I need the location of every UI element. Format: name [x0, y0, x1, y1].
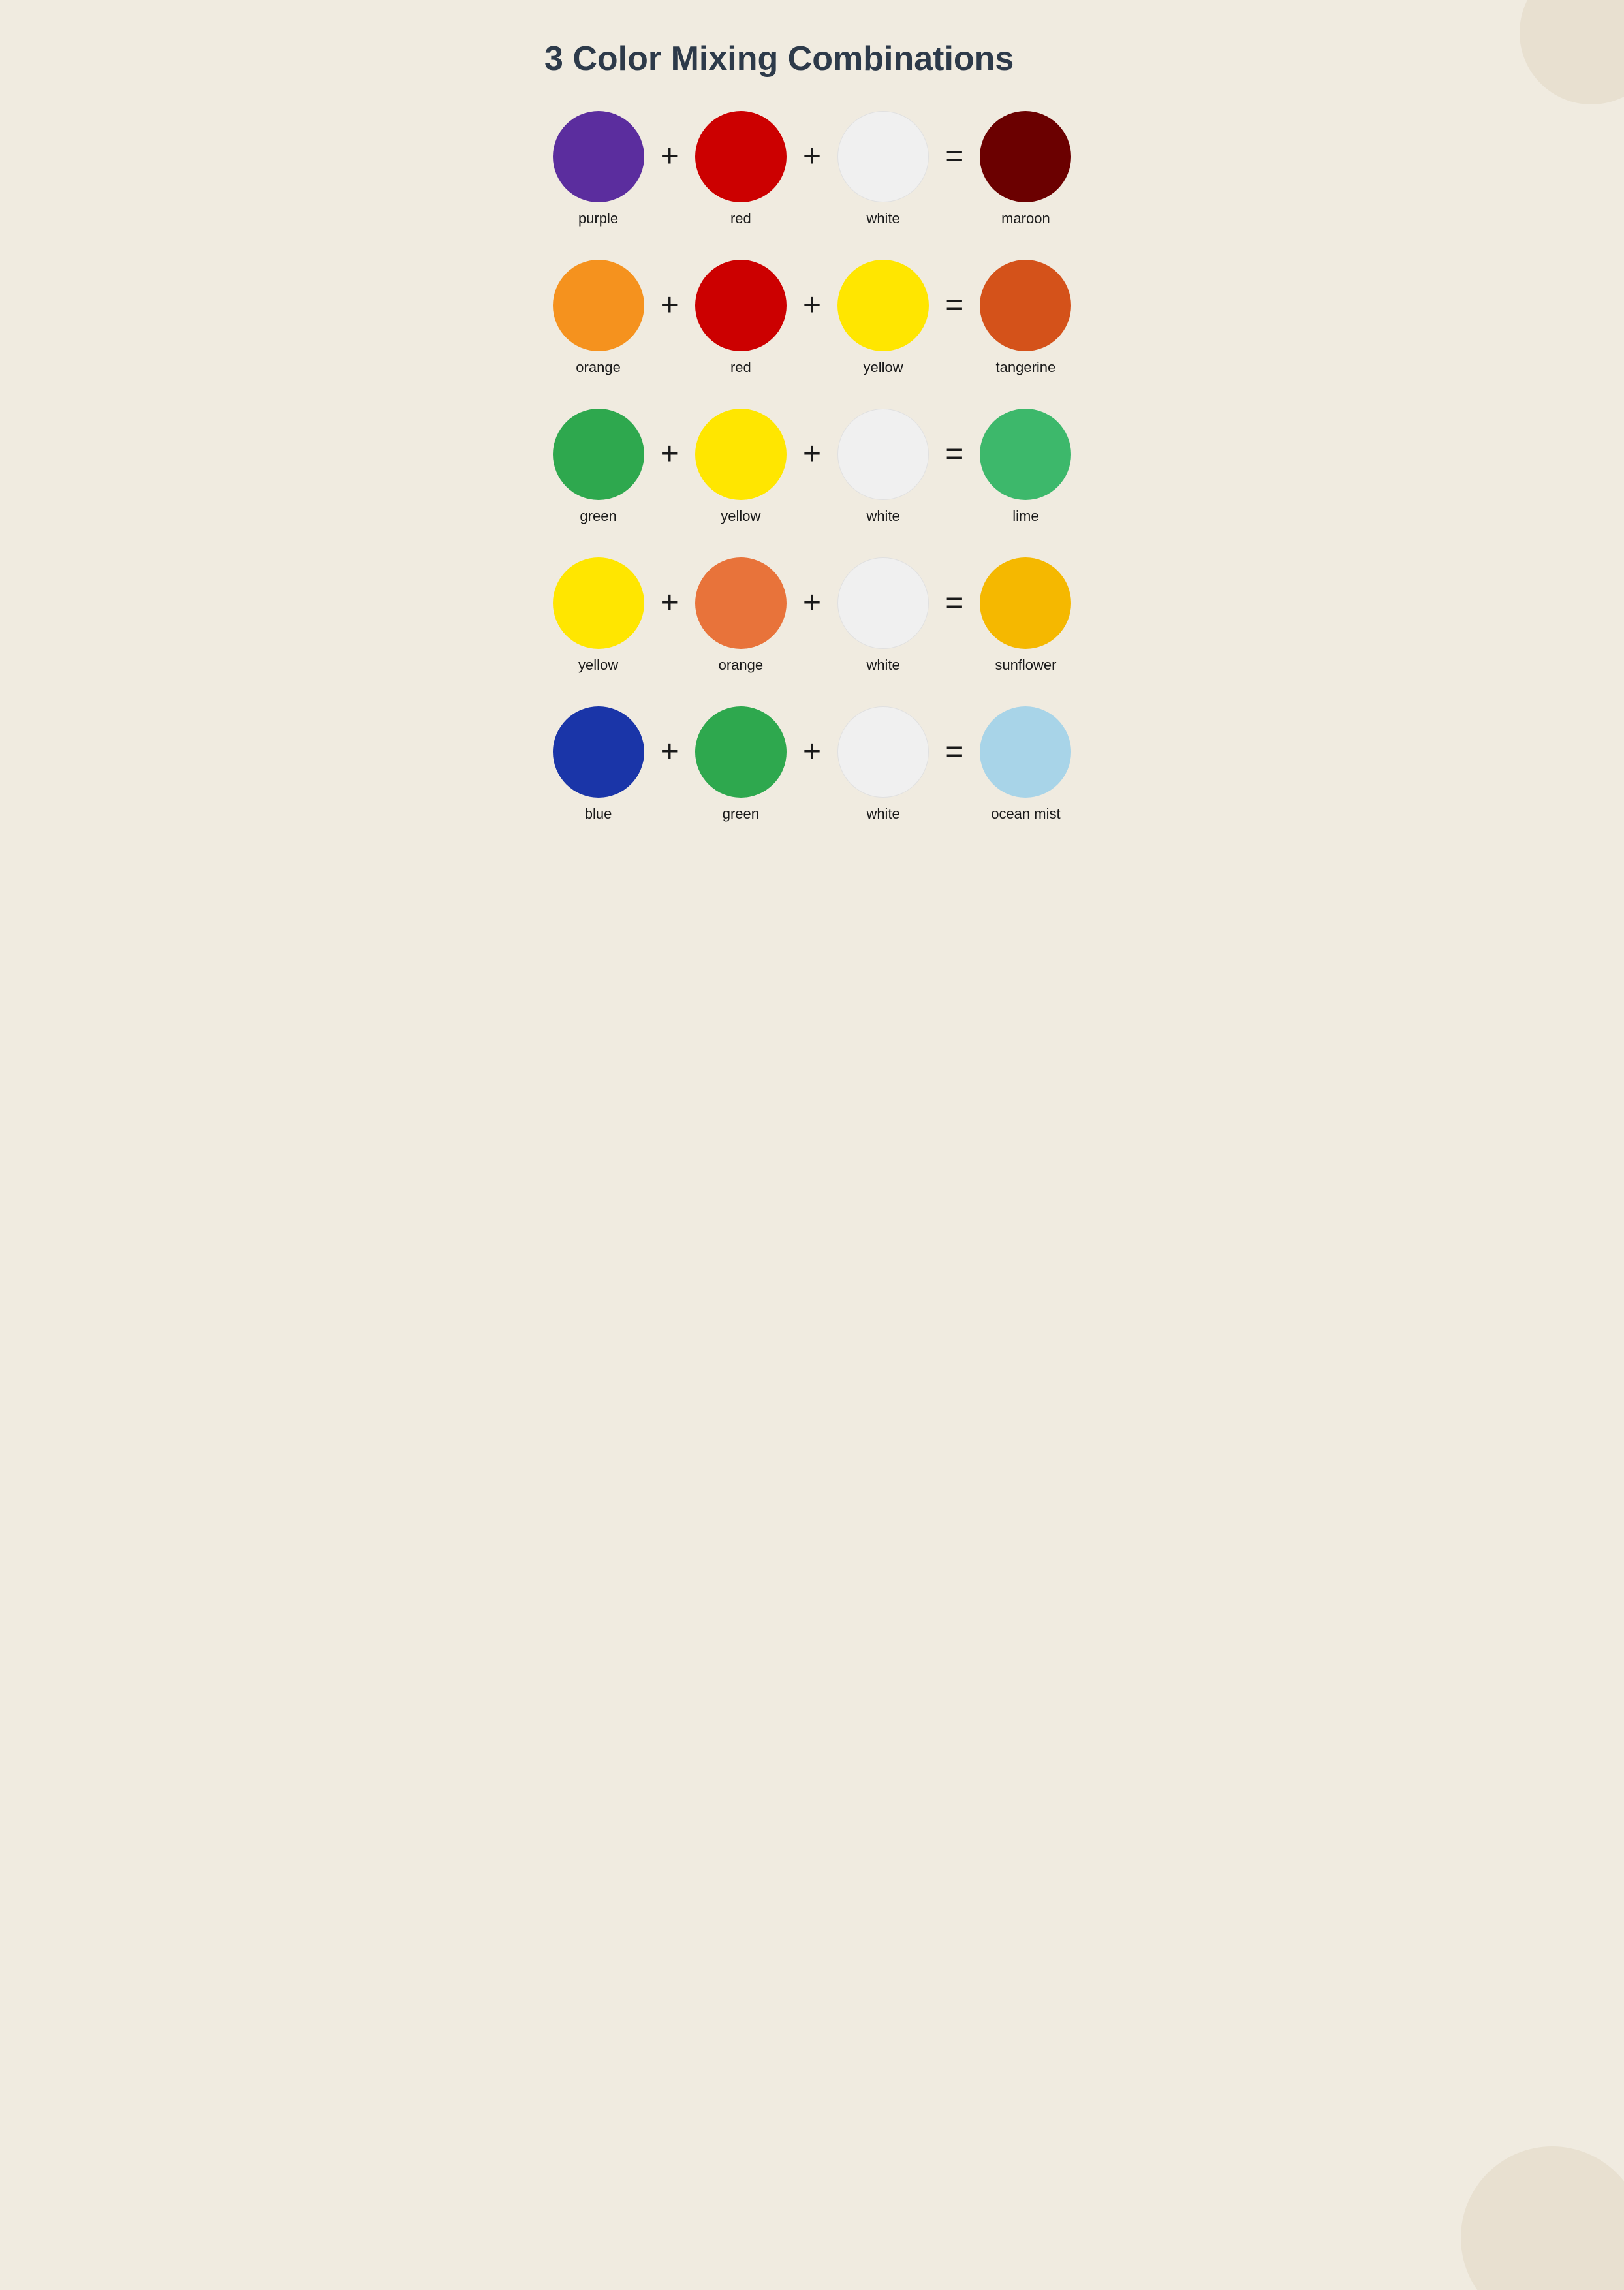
color-item-3-2: yellow	[695, 409, 787, 525]
combination-row-3: green + yellow + white = lime	[544, 409, 1080, 525]
color-circle-blue	[553, 706, 644, 798]
result-label-maroon: maroon	[1001, 210, 1050, 227]
color-label-red: red	[730, 210, 751, 227]
combination-row-1: purple + red + white = maroon	[544, 111, 1080, 227]
color-circle-white	[837, 409, 929, 500]
result-item-1: maroon	[980, 111, 1071, 227]
equals-operator-3: =	[945, 436, 963, 472]
color-item-1-3: white	[837, 111, 929, 227]
color-label-orange: orange	[719, 657, 764, 674]
color-circle-purple	[553, 111, 644, 202]
result-item-4: sunflower	[980, 557, 1071, 674]
plus-operator-4-1: +	[661, 585, 679, 621]
color-item-2-2: red	[695, 260, 787, 376]
plus-operator-5-1: +	[661, 734, 679, 770]
result-circle-lime	[980, 409, 1071, 500]
color-item-4-3: white	[837, 557, 929, 674]
color-label-yellow: yellow	[578, 657, 618, 674]
color-circle-yellow	[553, 557, 644, 649]
color-label-white: white	[866, 806, 899, 823]
result-circle-tangerine	[980, 260, 1071, 351]
decorative-blob-top	[1520, 0, 1624, 104]
color-circle-red	[695, 111, 787, 202]
color-circle-green	[553, 409, 644, 500]
color-label-orange: orange	[576, 359, 621, 376]
color-label-yellow: yellow	[721, 508, 760, 525]
color-item-1-1: purple	[553, 111, 644, 227]
color-label-white: white	[866, 657, 899, 674]
plus-operator-3-2: +	[803, 436, 821, 472]
decorative-blob-bottom	[1461, 2146, 1624, 2290]
color-item-2-1: orange	[553, 260, 644, 376]
plus-operator-3-1: +	[661, 436, 679, 472]
color-circle-white	[837, 557, 929, 649]
combination-row-5: blue + green + white = ocean mist	[544, 706, 1080, 823]
plus-operator-1-2: +	[803, 138, 821, 174]
result-item-5: ocean mist	[980, 706, 1071, 823]
combination-row-4: yellow + orange + white = sunflower	[544, 557, 1080, 674]
color-label-yellow: yellow	[864, 359, 903, 376]
color-item-3-1: green	[553, 409, 644, 525]
plus-operator-5-2: +	[803, 734, 821, 770]
plus-operator-2-1: +	[661, 287, 679, 323]
color-item-5-3: white	[837, 706, 929, 823]
result-label-sunflower: sunflower	[995, 657, 1056, 674]
plus-operator-2-2: +	[803, 287, 821, 323]
color-item-3-3: white	[837, 409, 929, 525]
color-label-green: green	[723, 806, 759, 823]
color-circle-green	[695, 706, 787, 798]
result-circle-maroon	[980, 111, 1071, 202]
combinations-container: purple+red+white=maroonorange+red+yellow…	[544, 111, 1080, 823]
result-item-3: lime	[980, 409, 1071, 525]
result-label-ocean mist: ocean mist	[991, 806, 1060, 823]
result-item-2: tangerine	[980, 260, 1071, 376]
result-circle-sunflower	[980, 557, 1071, 649]
color-label-green: green	[580, 508, 616, 525]
color-item-4-2: orange	[695, 557, 787, 674]
color-circle-red	[695, 260, 787, 351]
color-circle-white	[837, 706, 929, 798]
result-label-tangerine: tangerine	[996, 359, 1056, 376]
equals-operator-4: =	[945, 585, 963, 621]
equals-operator-2: =	[945, 287, 963, 323]
color-label-purple: purple	[578, 210, 618, 227]
color-circle-yellow	[695, 409, 787, 500]
page-title: 3 Color Mixing Combinations	[544, 39, 1080, 78]
color-circle-white	[837, 111, 929, 202]
combination-row-2: orange + red + yellow = tangerine	[544, 260, 1080, 376]
color-item-1-2: red	[695, 111, 787, 227]
plus-operator-1-1: +	[661, 138, 679, 174]
color-label-white: white	[866, 210, 899, 227]
color-label-blue: blue	[585, 806, 612, 823]
equals-operator-1: =	[945, 138, 963, 174]
result-label-lime: lime	[1012, 508, 1038, 525]
color-label-white: white	[866, 508, 899, 525]
equals-operator-5: =	[945, 734, 963, 770]
color-item-2-3: yellow	[837, 260, 929, 376]
color-circle-yellow	[837, 260, 929, 351]
result-circle-ocean mist	[980, 706, 1071, 798]
color-item-5-1: blue	[553, 706, 644, 823]
color-circle-orange	[695, 557, 787, 649]
color-label-red: red	[730, 359, 751, 376]
color-item-4-1: yellow	[553, 557, 644, 674]
color-circle-orange	[553, 260, 644, 351]
plus-operator-4-2: +	[803, 585, 821, 621]
color-item-5-2: green	[695, 706, 787, 823]
